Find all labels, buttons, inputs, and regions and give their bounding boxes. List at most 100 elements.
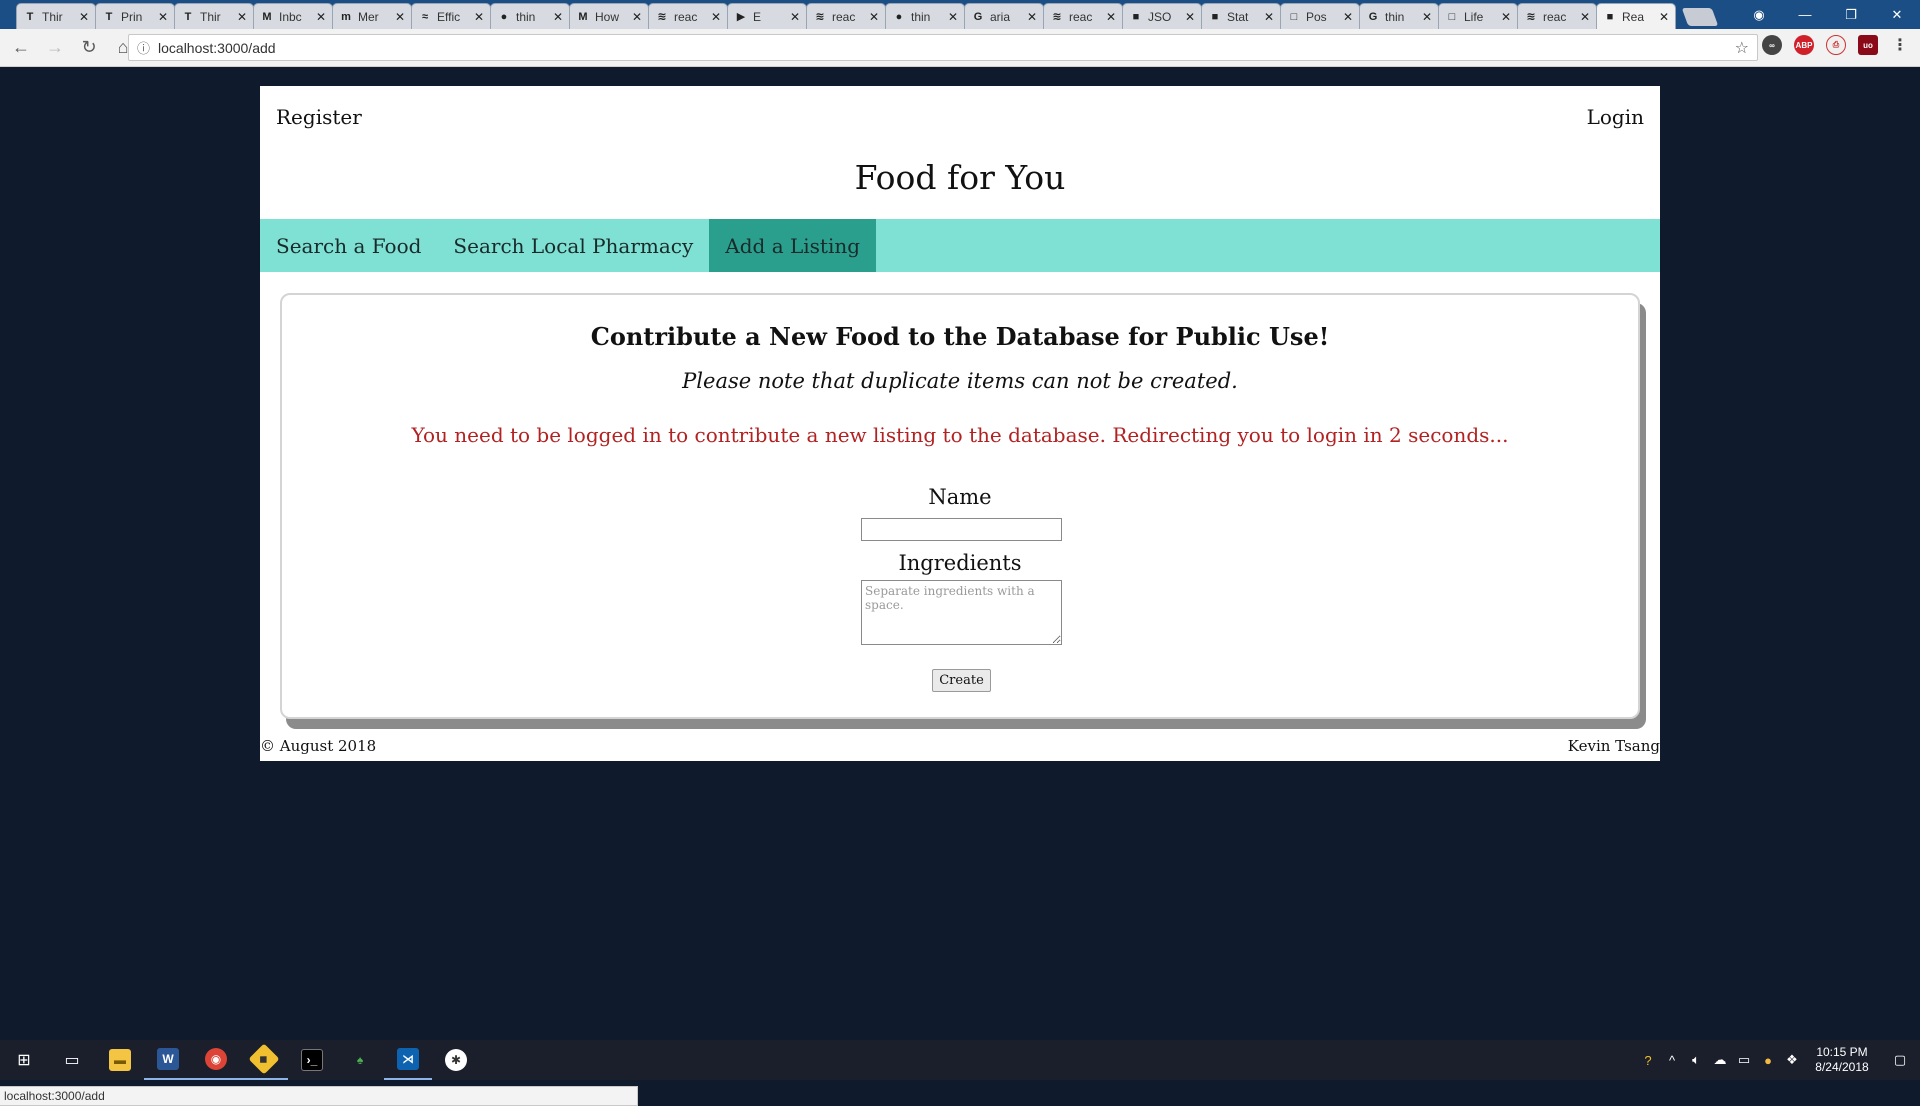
nav-search-food[interactable]: Search a Food: [260, 219, 437, 272]
name-input[interactable]: [861, 518, 1062, 541]
nav-add-listing[interactable]: Add a Listing: [709, 219, 877, 272]
back-arrow-icon[interactable]: ←: [8, 35, 34, 61]
tab-close-icon[interactable]: ✕: [1343, 10, 1353, 24]
adblock-icon[interactable]: ABP: [1794, 35, 1814, 55]
tab-label: thin: [911, 9, 931, 24]
tab-favicon-icon: ■: [1606, 10, 1614, 23]
browser-tab[interactable]: ≋ reac ✕: [648, 3, 728, 29]
dropbox-icon[interactable]: ❖: [1780, 1052, 1804, 1068]
browser-tab[interactable]: ≋ reac ✕: [806, 3, 886, 29]
browser-tab[interactable]: Gthin ✕: [1359, 3, 1439, 29]
tab-close-icon[interactable]: ✕: [1501, 10, 1511, 24]
terminal-icon[interactable]: ›_: [288, 1040, 336, 1080]
new-tab-button[interactable]: [1681, 8, 1719, 26]
taskbar: ⊞ ▭ ▬ W ◉ ◆ ›_ ♠ ⋊ ✱ ? ^ 🔈︎ ☁ ▭ ● ❖ 10:1…: [0, 1040, 1920, 1080]
tab-close-icon[interactable]: ✕: [316, 10, 326, 24]
taskbar-clock[interactable]: 10:15 PM 8/24/2018: [1804, 1045, 1880, 1075]
create-button[interactable]: Create: [932, 669, 991, 692]
browser-tab[interactable]: ● thin ✕: [490, 3, 570, 29]
file-explorer-icon[interactable]: ▬: [96, 1040, 144, 1080]
pdf-extension-icon[interactable]: ⎙: [1826, 35, 1846, 55]
bookmark-star-icon[interactable]: ☆: [1735, 38, 1749, 58]
tab-close-icon[interactable]: ✕: [632, 10, 642, 24]
chrome-icon[interactable]: ◉: [192, 1040, 240, 1080]
menu-dots-icon[interactable]: ⋮: [1890, 35, 1910, 55]
ingredients-label: Ingredients: [898, 551, 1022, 575]
volume-icon[interactable]: 🔈︎: [1684, 1052, 1708, 1068]
browser-tab[interactable]: □ Pos ✕: [1280, 3, 1360, 29]
browser-tab[interactable]: ▶ E ✕: [727, 3, 807, 29]
tray-expand-icon[interactable]: ^: [1660, 1053, 1684, 1068]
login-link[interactable]: Login: [1587, 105, 1644, 129]
tab-close-icon[interactable]: ✕: [1580, 10, 1590, 24]
site-container: Register Login Food for You Search a Foo…: [260, 86, 1660, 761]
browser-tab[interactable]: M Inbc ✕: [253, 3, 333, 29]
close-window-icon[interactable]: ✕: [1874, 7, 1920, 23]
tab-favicon-icon: M: [262, 10, 272, 23]
onedrive-icon[interactable]: ☁: [1708, 1052, 1732, 1068]
git-icon[interactable]: ◆: [240, 1040, 288, 1080]
weather-icon[interactable]: ●: [1756, 1053, 1780, 1068]
browser-tab[interactable]: T Thir ✕: [16, 3, 96, 29]
browser-tab[interactable]: M How ✕: [569, 3, 649, 29]
info-icon[interactable]: ⓘ: [137, 38, 150, 57]
tab-close-icon[interactable]: ✕: [1422, 10, 1432, 24]
forward-arrow-icon[interactable]: →: [42, 35, 68, 61]
mongodb-icon[interactable]: ♠: [336, 1040, 384, 1080]
page-viewport: Register Login Food for You Search a Foo…: [0, 67, 1920, 1106]
browser-tab[interactable]: Garia ✕: [964, 3, 1044, 29]
restore-icon[interactable]: ❐: [1828, 7, 1874, 23]
tab-close-icon[interactable]: ✕: [237, 10, 247, 24]
nav-search-pharmacy[interactable]: Search Local Pharmacy: [437, 219, 709, 272]
tab-close-icon[interactable]: ✕: [790, 10, 800, 24]
browser-tab[interactable]: T Thir ✕: [174, 3, 254, 29]
slack-icon[interactable]: ✱: [432, 1040, 480, 1080]
browser-tab[interactable]: ● thin ✕: [885, 3, 965, 29]
tab-close-icon[interactable]: ✕: [1264, 10, 1274, 24]
browser-tab[interactable]: ≋ reac ✕: [1043, 3, 1123, 29]
browser-tab[interactable]: ■ Rea ✕: [1596, 3, 1676, 29]
tab-close-icon[interactable]: ✕: [79, 10, 89, 24]
tab-label: reac: [1543, 9, 1567, 24]
tab-close-icon[interactable]: ✕: [948, 10, 958, 24]
browser-tab[interactable]: ■ Stat ✕: [1201, 3, 1281, 29]
tab-label: thin: [1385, 9, 1405, 24]
tab-close-icon[interactable]: ✕: [553, 10, 563, 24]
help-icon[interactable]: ?: [1636, 1053, 1660, 1068]
register-link[interactable]: Register: [276, 105, 362, 129]
tab-label: thin: [516, 9, 536, 24]
tab-close-icon[interactable]: ✕: [711, 10, 721, 24]
browser-tab[interactable]: □ Life ✕: [1438, 3, 1518, 29]
tab-favicon-icon: □: [1290, 10, 1298, 23]
login-warning: You need to be logged in to contribute a…: [411, 423, 1509, 447]
browser-tab[interactable]: ■ JSO ✕: [1122, 3, 1202, 29]
address-bar[interactable]: ⓘ localhost:3000/add ☆: [128, 34, 1758, 61]
tab-close-icon[interactable]: ✕: [869, 10, 879, 24]
tab-favicon-icon: ■: [1211, 10, 1219, 23]
browser-tab[interactable]: ≈ Effic ✕: [411, 3, 491, 29]
windows-start-icon[interactable]: ⊞: [0, 1040, 48, 1080]
tab-close-icon[interactable]: ✕: [395, 10, 405, 24]
tab-close-icon[interactable]: ✕: [158, 10, 168, 24]
ublock-icon[interactable]: uo: [1858, 35, 1878, 55]
tab-close-icon[interactable]: ✕: [1027, 10, 1037, 24]
name-label: Name: [928, 485, 992, 509]
network-icon[interactable]: ▭: [1732, 1052, 1756, 1068]
notifications-icon[interactable]: ▢: [1880, 1052, 1920, 1068]
profile-icon[interactable]: ◉: [1736, 7, 1782, 23]
minimize-icon[interactable]: —: [1782, 7, 1828, 22]
reload-icon[interactable]: ↻: [76, 35, 102, 61]
extension-icon[interactable]: ∞: [1762, 35, 1782, 55]
task-view-icon[interactable]: ▭: [48, 1040, 96, 1080]
tab-close-icon[interactable]: ✕: [474, 10, 484, 24]
ingredients-textarea[interactable]: [861, 580, 1062, 645]
tab-close-icon[interactable]: ✕: [1106, 10, 1116, 24]
vscode-icon[interactable]: ⋊: [384, 1040, 432, 1080]
browser-tab[interactable]: m Mer ✕: [332, 3, 412, 29]
tab-close-icon[interactable]: ✕: [1659, 10, 1669, 24]
browser-tab[interactable]: T Prin ✕: [95, 3, 175, 29]
tab-close-icon[interactable]: ✕: [1185, 10, 1195, 24]
word-icon[interactable]: W: [144, 1040, 192, 1080]
browser-tab[interactable]: ≋ reac ✕: [1517, 3, 1597, 29]
tab-label: Thir: [42, 9, 63, 24]
